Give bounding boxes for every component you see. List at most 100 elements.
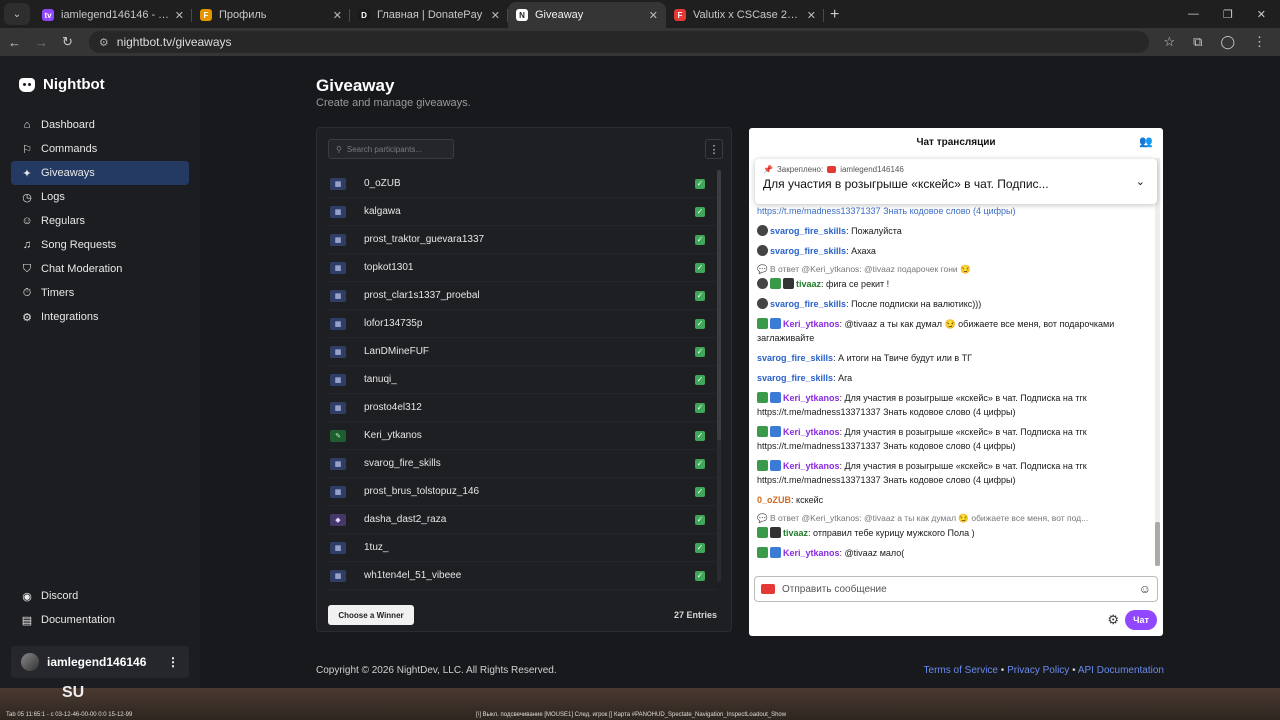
checkbox-checked-icon[interactable]: ✓: [695, 262, 705, 273]
participant-row[interactable]: ▦ kalgawa ✓: [327, 198, 717, 226]
choose-winner-button[interactable]: Choose a Winner: [328, 605, 414, 625]
sidebar-item-song-requests[interactable]: ♫ Song Requests: [11, 233, 189, 257]
moderator-badge-icon: [757, 426, 768, 437]
close-window-icon[interactable]: ✕: [1257, 8, 1266, 21]
checkbox-checked-icon[interactable]: ✓: [695, 486, 705, 497]
participant-row[interactable]: ▦ 1tuz_ ✓: [327, 534, 717, 562]
checkbox-checked-icon[interactable]: ✓: [695, 346, 705, 357]
sidebar-item-timers[interactable]: ⏱ Timers: [11, 281, 189, 305]
checkbox-checked-icon[interactable]: ✓: [695, 542, 705, 553]
checkbox-checked-icon[interactable]: ✓: [695, 402, 705, 413]
chat-username[interactable]: Keri_ytkanos: [783, 427, 840, 437]
chat-username[interactable]: Keri_ytkanos: [783, 393, 840, 403]
browser-menu-icon[interactable]: ⋮: [1253, 34, 1266, 50]
chat-message-input[interactable]: Отправить сообщение ☺: [754, 576, 1158, 602]
privacy-link[interactable]: Privacy Policy: [1007, 665, 1069, 676]
checkbox-checked-icon[interactable]: ✓: [695, 234, 705, 245]
chat-text: https://t.me/madness13371337 Знать кодов…: [757, 206, 1016, 216]
browser-tab[interactable]: N Giveaway ✕: [508, 2, 666, 28]
chat-username[interactable]: svarog_fire_skills: [770, 299, 846, 309]
emoji-icon[interactable]: ☺: [1139, 582, 1151, 596]
tab-search-chevron-icon[interactable]: ⌄: [4, 3, 30, 25]
chat-username[interactable]: svarog_fire_skills: [770, 246, 846, 256]
tab-close-icon[interactable]: ✕: [807, 9, 816, 22]
user-menu-kebab-icon[interactable]: ⋮: [167, 655, 179, 669]
verified-badge-icon: [770, 460, 781, 471]
new-tab-button[interactable]: +: [830, 6, 839, 24]
extensions-icon[interactable]: ⧉: [1193, 34, 1202, 50]
sidebar-link-documentation[interactable]: ▤ Documentation: [11, 608, 189, 632]
sidebar-item-integrations[interactable]: ⚙ Integrations: [11, 305, 189, 329]
user-menu[interactable]: iamlegend146146 ⋮: [11, 646, 189, 678]
checkbox-checked-icon[interactable]: ✓: [695, 514, 705, 525]
browser-tab[interactable]: F Valutix x CSCase 2x2 | FASTCUP ✕: [666, 2, 824, 28]
reload-icon[interactable]: ↻: [62, 34, 73, 50]
chat-username[interactable]: 0_oZUB: [757, 495, 791, 505]
participant-row[interactable]: ▦ svarog_fire_skills ✓: [327, 450, 717, 478]
sidebar-item-commands[interactable]: ⚐ Commands: [11, 137, 189, 161]
participant-row[interactable]: ▦ prost_clar1s1337_proebal ✓: [327, 282, 717, 310]
chat-username[interactable]: Keri_ytkanos: [783, 461, 840, 471]
sidebar-item-giveaways[interactable]: ✦ Giveaways: [11, 161, 189, 185]
bookmark-star-icon[interactable]: ☆: [1163, 34, 1175, 50]
forward-icon[interactable]: →: [35, 35, 48, 50]
checkbox-checked-icon[interactable]: ✓: [695, 374, 705, 385]
participant-row[interactable]: ▦ prost_traktor_guevara1337 ✓: [327, 226, 717, 254]
chat-username[interactable]: Keri_ytkanos: [783, 319, 840, 329]
participant-row[interactable]: ▦ LanDMineFUF ✓: [327, 338, 717, 366]
chat-username[interactable]: svarog_fire_skills: [757, 353, 833, 363]
participant-row[interactable]: ◆ dasha_dast2_raza ✓: [327, 506, 717, 534]
restore-icon[interactable]: ❐: [1223, 8, 1233, 21]
tab-close-icon[interactable]: ✕: [175, 9, 184, 22]
browser-tab[interactable]: F Профиль ✕: [192, 2, 350, 28]
terms-link[interactable]: Terms of Service: [924, 665, 998, 676]
chat-scrollbar[interactable]: [1155, 158, 1160, 566]
chat-username[interactable]: svarog_fire_skills: [770, 226, 846, 236]
checkbox-checked-icon[interactable]: ✓: [695, 570, 705, 581]
chat-settings-icon[interactable]: ⚙: [1107, 612, 1119, 628]
participant-row[interactable]: ▦ lofor134735p ✓: [327, 310, 717, 338]
sidebar-item-chat-moderation[interactable]: ⛉ Chat Moderation: [11, 257, 189, 281]
participant-row[interactable]: ▦ topkot1301 ✓: [327, 254, 717, 282]
chat-users-icon[interactable]: 👥: [1139, 135, 1153, 148]
tab-close-icon[interactable]: ✕: [491, 9, 500, 22]
participant-row[interactable]: ▦ wh1ten4el_51_vibeee ✓: [327, 562, 717, 590]
tab-close-icon[interactable]: ✕: [333, 9, 342, 22]
chat-username[interactable]: svarog_fire_skills: [757, 373, 833, 383]
brand[interactable]: Nightbot: [11, 76, 189, 93]
participant-row[interactable]: ▦ prost_brus_tolstopuz_146 ✓: [327, 478, 717, 506]
chat-username[interactable]: tivaaz: [796, 279, 821, 289]
back-icon[interactable]: ←: [8, 35, 21, 50]
participant-scrollbar[interactable]: [717, 170, 721, 582]
chat-username[interactable]: Keri_ytkanos: [783, 548, 840, 558]
sidebar-item-regulars[interactable]: ☺ Regulars: [11, 209, 189, 233]
sidebar-item-dashboard[interactable]: ⌂ Dashboard: [11, 113, 189, 137]
participant-row[interactable]: ▦ tanuqi_ ✓: [327, 366, 717, 394]
participant-row[interactable]: ✎ Keri_ytkanos ✓: [327, 422, 717, 450]
chat-send-button[interactable]: Чат: [1125, 610, 1157, 630]
panel-menu-button[interactable]: ⋮: [705, 139, 723, 159]
checkbox-checked-icon[interactable]: ✓: [695, 206, 705, 217]
api-docs-link[interactable]: API Documentation: [1078, 665, 1164, 676]
sidebar-item-logs[interactable]: ◷ Logs: [11, 185, 189, 209]
browser-tab[interactable]: D Главная | DonatePay ✕: [350, 2, 508, 28]
minimize-icon[interactable]: —: [1188, 8, 1199, 21]
checkbox-checked-icon[interactable]: ✓: [695, 290, 705, 301]
checkbox-checked-icon[interactable]: ✓: [695, 430, 705, 441]
user-avatar-icon: [757, 298, 768, 309]
checkbox-checked-icon[interactable]: ✓: [695, 318, 705, 329]
profile-icon[interactable]: ◯: [1220, 34, 1235, 50]
browser-tab[interactable]: tv iamlegend146146 - Twitch ✕: [34, 2, 192, 28]
search-input[interactable]: ⚲ Search participants...: [328, 139, 454, 159]
pinned-message[interactable]: 📌 Закреплено: iamlegend146146 Для участи…: [755, 159, 1157, 204]
participant-row[interactable]: ▦ prosto4el312 ✓: [327, 394, 717, 422]
sidebar-link-discord[interactable]: ◉ Discord: [11, 584, 189, 608]
chat-username[interactable]: tivaaz: [783, 528, 808, 538]
tab-close-icon[interactable]: ✕: [649, 9, 658, 22]
chevron-down-icon[interactable]: ⌄: [1136, 175, 1145, 188]
address-bar[interactable]: ⚙ nightbot.tv/giveaways: [88, 31, 1150, 53]
checkbox-checked-icon[interactable]: ✓: [695, 458, 705, 469]
site-info-icon[interactable]: ⚙: [99, 36, 109, 49]
checkbox-checked-icon[interactable]: ✓: [695, 178, 705, 189]
participant-row[interactable]: ▦ 0_oZUB ✓: [327, 170, 717, 198]
